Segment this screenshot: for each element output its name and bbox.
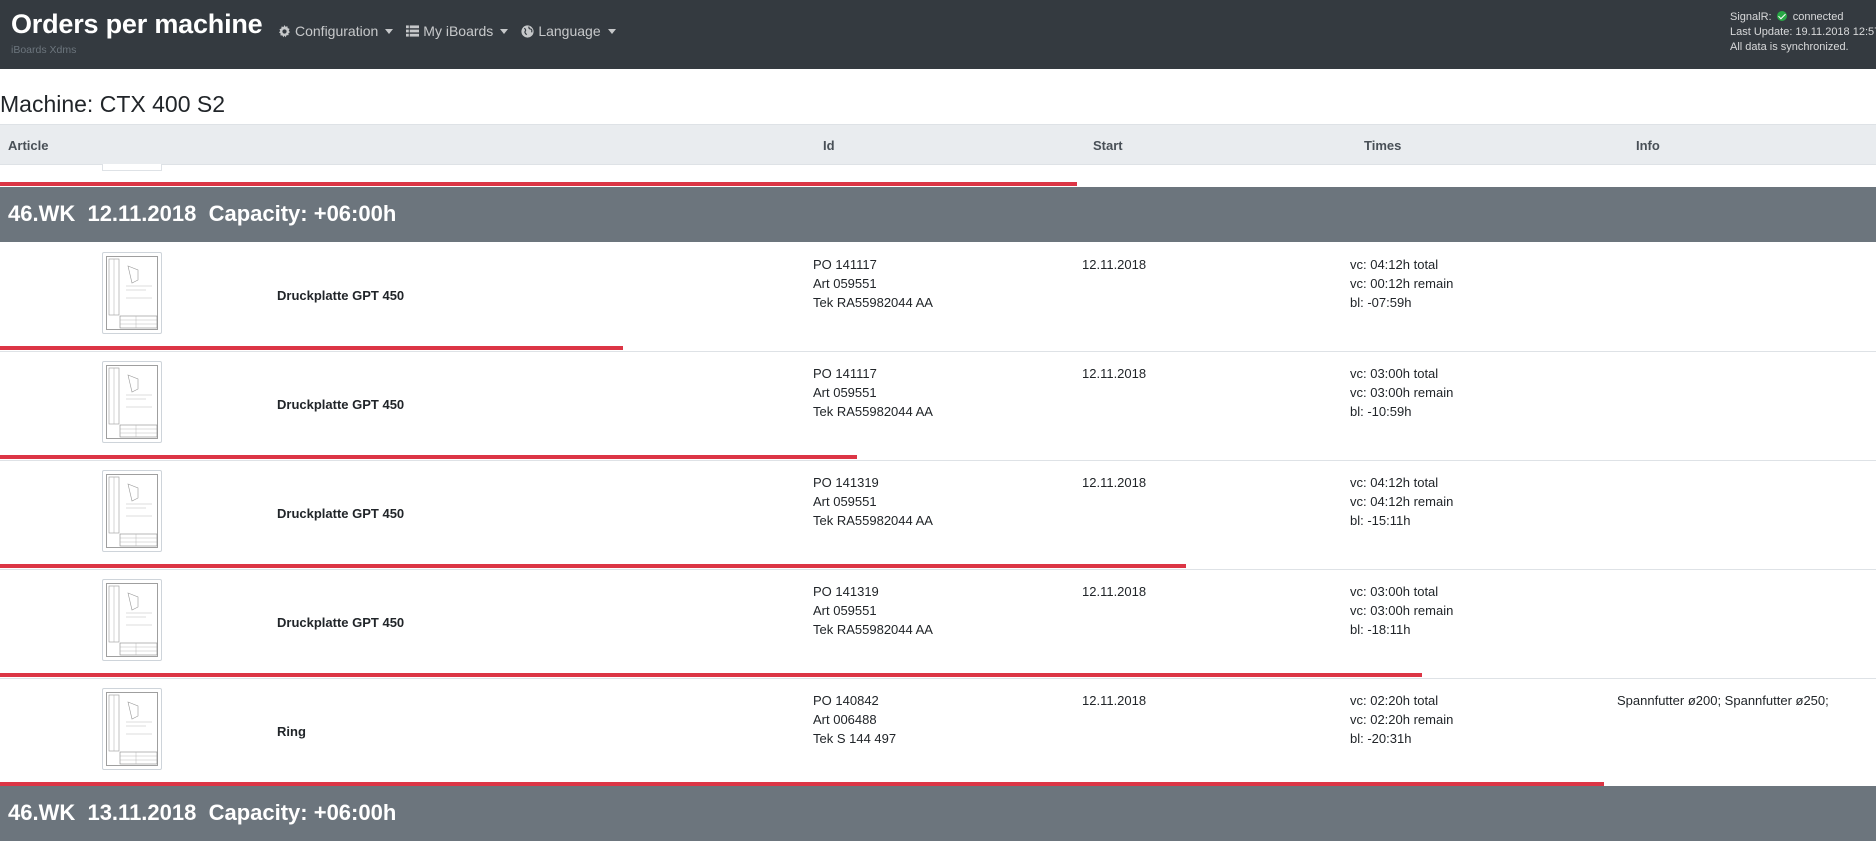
table-header: Article Id Start Times Info: [0, 124, 1876, 165]
signalr-label: SignalR:: [1730, 11, 1772, 23]
start-date: 12.11.2018: [1082, 475, 1147, 490]
article-number: Art 006488: [813, 712, 877, 727]
connection-status: SignalR: connected Last Update: 19.11.20…: [1730, 10, 1876, 55]
check-circle-icon: [1776, 11, 1787, 21]
tek-number: Tek RA55982044 AA: [813, 295, 933, 310]
signalr-status: SignalR: connected: [1730, 10, 1876, 25]
configuration-label: Configuration: [295, 23, 379, 39]
time-backlog: bl: -10:59h: [1350, 404, 1412, 419]
time-total: vc: 03:00h total: [1350, 584, 1439, 599]
order-progress-bar: [0, 182, 1077, 186]
language-label: Language: [538, 23, 601, 39]
nav-menu: Configuration My iBoards Language: [277, 23, 628, 39]
time-total: vc: 04:12h total: [1350, 475, 1439, 490]
article-number: Art 059551: [813, 494, 877, 509]
globe-icon: [520, 24, 534, 38]
signalr-state: connected: [1792, 11, 1844, 23]
order-id-cell: PO 140842 Art 006488 Tek S 144 497: [813, 691, 896, 748]
time-backlog: bl: -20:31h: [1350, 731, 1412, 746]
order-id-cell: PO 141117 Art 059551 Tek RA55982044 AA: [813, 364, 933, 421]
tek-number: Tek S 144 497: [813, 731, 897, 746]
article-number: Art 059551: [813, 603, 877, 618]
po-number: PO 140842: [813, 693, 879, 708]
table-row[interactable]: Druckplatte GPT 450 PO 141319 Art 059551 Te…: [0, 460, 1876, 565]
start-date: 12.11.2018: [1082, 366, 1147, 381]
article-number: Art 059551: [813, 276, 877, 291]
article-name: Ring: [277, 724, 306, 739]
tek-number: Tek RA55982044 AA: [813, 622, 933, 637]
time-remain: vc: 03:00h remain: [1350, 603, 1454, 618]
time-total: vc: 03:00h total: [1350, 366, 1439, 381]
gear-icon: [277, 24, 291, 38]
time-backlog: bl: -15:11h: [1350, 513, 1411, 528]
order-progress-bar: [0, 673, 1422, 677]
time-total: vc: 04:12h total: [1350, 257, 1439, 272]
table-row[interactable]: Druckplatte GPT 450 PO 141319 Art 059551 Te…: [0, 569, 1876, 674]
configuration-menu[interactable]: Configuration: [277, 23, 399, 39]
order-id-cell: PO 141117 Art 059551 Tek RA55982044 AA: [813, 255, 933, 312]
column-header-times[interactable]: Times: [1364, 138, 1401, 153]
time-remain: vc: 04:12h remain: [1350, 494, 1454, 509]
start-date: 12.11.2018: [1082, 584, 1147, 599]
times-cell: vc: 04:12h total vc: 00:12h remain bl: -07…: [1350, 255, 1453, 312]
time-backlog: bl: -18:11h: [1350, 622, 1411, 637]
po-number: PO 141117: [813, 366, 877, 381]
language-menu[interactable]: Language: [520, 23, 621, 39]
article-name: Druckplatte GPT 450: [277, 397, 405, 412]
drawing-thumbnail[interactable]: [102, 164, 162, 171]
my-iboards-label: My iBoards: [423, 23, 494, 39]
start-date: 12.11.2018: [1082, 693, 1147, 708]
chevron-down-icon: [385, 28, 394, 34]
last-update: Last Update: 19.11.2018 12:57:1: [1730, 26, 1876, 38]
article-name: Druckplatte GPT 450: [277, 506, 405, 521]
order-progress-bar: [0, 346, 623, 350]
machine-title: Machine: CTX 400 S2: [0, 91, 226, 117]
time-backlog: bl: -07:59h: [1350, 295, 1412, 310]
article-name: Druckplatte GPT 450: [277, 288, 405, 303]
times-cell: vc: 04:12h total vc: 04:12h remain bl: -15…: [1350, 473, 1453, 530]
times-cell: vc: 03:00h total vc: 03:00h remain bl: -18…: [1350, 582, 1453, 639]
article-name: Druckplatte GPT 450: [277, 615, 405, 630]
week-header: 46.WK 12.11.2018 Capacity: +06:00h: [0, 187, 1876, 242]
po-number: PO 141319: [813, 584, 879, 599]
drawing-thumbnail[interactable]: [102, 361, 162, 443]
column-header-id[interactable]: Id: [823, 138, 835, 153]
chevron-down-icon: [500, 28, 509, 34]
times-cell: vc: 02:20h total vc: 02:20h remain bl: -20…: [1350, 691, 1453, 748]
table-row[interactable]: Druckplatte GPT 450 PO 141117 Art 059551 Te…: [0, 242, 1876, 347]
tek-number: Tek RA55982044 AA: [813, 513, 933, 528]
chevron-down-icon: [607, 28, 616, 34]
week-header: 46.WK 13.11.2018 Capacity: +06:00h: [0, 786, 1876, 841]
app-subtitle: iBoards Xdms: [11, 44, 77, 56]
drawing-thumbnail[interactable]: [102, 252, 162, 334]
time-remain: vc: 03:00h remain: [1350, 385, 1454, 400]
order-progress-bar: [0, 455, 857, 459]
table-row[interactable]: Druckplatte GPT 450 PO 141117 Art 059551 Te…: [0, 351, 1876, 456]
po-number: PO 141117: [813, 257, 877, 272]
start-date: 12.11.2018: [1082, 257, 1147, 272]
drawing-thumbnail[interactable]: [102, 579, 162, 661]
time-remain: vc: 02:20h remain: [1350, 712, 1454, 727]
time-total: vc: 02:20h total: [1350, 693, 1439, 708]
info-cell: Spannfutter ø200; Spannfutter ø250;: [1617, 693, 1829, 708]
order-progress-bar: [0, 564, 1186, 568]
column-header-article[interactable]: Article: [8, 138, 48, 153]
sync-status: All data is synchronized.: [1730, 41, 1849, 53]
drawing-thumbnail[interactable]: [102, 688, 162, 770]
table-row[interactable]: Ring PO 140842 Art 006488 Tek S 144 497 12.1…: [0, 678, 1876, 783]
column-header-start[interactable]: Start: [1093, 138, 1123, 153]
column-header-info[interactable]: Info: [1636, 138, 1660, 153]
my-iboards-menu[interactable]: My iBoards: [405, 23, 514, 39]
times-cell: vc: 03:00h total vc: 03:00h remain bl: -10…: [1350, 364, 1453, 421]
po-number: PO 141319: [813, 475, 879, 490]
list-icon: [405, 24, 419, 38]
tek-number: Tek RA55982044 AA: [813, 404, 933, 419]
time-remain: vc: 00:12h remain: [1350, 276, 1454, 291]
page-title[interactable]: Orders per machine: [11, 9, 263, 40]
order-id-cell: PO 141319 Art 059551 Tek RA55982044 AA: [813, 582, 933, 639]
drawing-thumbnail[interactable]: [102, 470, 162, 552]
article-number: Art 059551: [813, 385, 877, 400]
navbar: Orders per machine iBoards Xdms Configur…: [0, 0, 1876, 69]
order-id-cell: PO 141319 Art 059551 Tek RA55982044 AA: [813, 473, 933, 530]
